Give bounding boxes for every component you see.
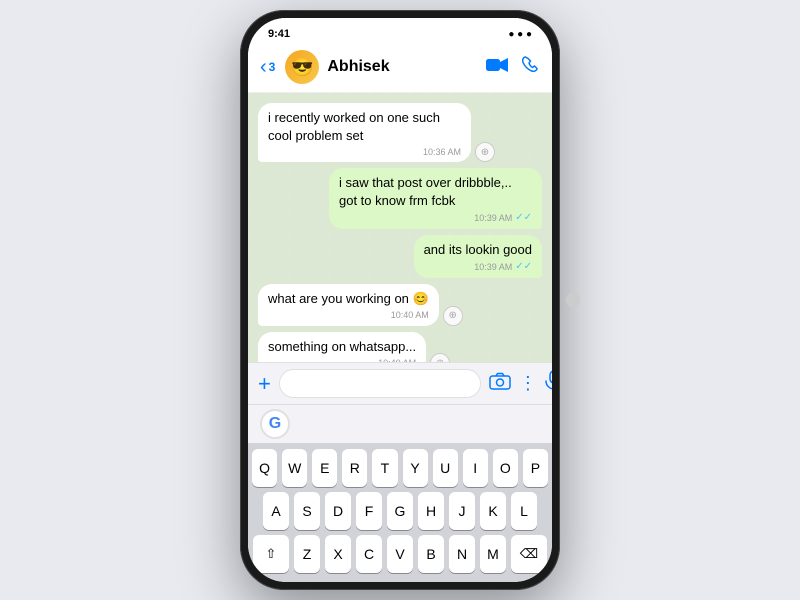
- plus-button[interactable]: +: [258, 373, 271, 395]
- keyboard-row-1: Q W E R T Y U I O P: [252, 449, 548, 487]
- bubble-4-time: 10:40 AM: [391, 309, 429, 321]
- bubble-5-time: 10:40 AM: [378, 357, 416, 362]
- key-y[interactable]: Y: [403, 449, 428, 487]
- key-r[interactable]: R: [342, 449, 367, 487]
- key-v[interactable]: V: [387, 535, 413, 573]
- camera-icon[interactable]: [489, 372, 511, 395]
- key-m[interactable]: M: [480, 535, 506, 573]
- key-k[interactable]: K: [480, 492, 506, 530]
- key-j[interactable]: J: [449, 492, 475, 530]
- key-u[interactable]: U: [433, 449, 458, 487]
- key-backspace[interactable]: ⌫: [511, 535, 547, 573]
- react-btn-1[interactable]: ⊕: [475, 142, 495, 162]
- chat-header: ‹ 3 😎 Abhisek: [248, 44, 552, 93]
- bubble-3-time: 10:39 AM: [474, 261, 512, 273]
- key-w[interactable]: W: [282, 449, 307, 487]
- key-p[interactable]: P: [523, 449, 548, 487]
- react-btn-4[interactable]: ⊕: [443, 306, 463, 326]
- chat-area: i recently worked on one such cool probl…: [248, 93, 552, 362]
- keyboard: Q W E R T Y U I O P A S D F G H J K L: [248, 443, 552, 582]
- key-l[interactable]: L: [511, 492, 537, 530]
- bubble-2: i saw that post over dribbble,.. got to …: [329, 168, 542, 229]
- video-call-icon[interactable]: [486, 57, 508, 78]
- contact-name[interactable]: Abhisek: [327, 58, 486, 76]
- key-s[interactable]: S: [294, 492, 320, 530]
- message-row-4: what are you working on 😊 10:40 AM ⊕: [258, 284, 542, 326]
- bubble-5-text: something on whatsapp...: [268, 338, 416, 356]
- key-a[interactable]: A: [263, 492, 289, 530]
- key-o[interactable]: O: [493, 449, 518, 487]
- key-f[interactable]: F: [356, 492, 382, 530]
- key-h[interactable]: H: [418, 492, 444, 530]
- key-i[interactable]: I: [463, 449, 488, 487]
- phone-screen: 9:41 ● ● ● ‹ 3 😎 Abhisek: [248, 18, 552, 582]
- bubble-3: and its lookin good 10:39 AM ✓✓: [414, 235, 542, 278]
- input-bar: + ⋮: [248, 362, 552, 404]
- key-shift[interactable]: ⇧: [253, 535, 289, 573]
- message-row-1: i recently worked on one such cool probl…: [258, 103, 542, 162]
- back-badge: 3: [269, 60, 276, 74]
- mic-icon[interactable]: [545, 370, 552, 398]
- bubble-4: what are you working on 😊 10:40 AM: [258, 284, 439, 326]
- bubble-1-text: i recently worked on one such cool probl…: [268, 109, 461, 144]
- phone-call-icon[interactable]: [522, 56, 540, 79]
- bubble-1-time: 10:36 AM: [423, 146, 461, 158]
- google-g-icon[interactable]: G: [260, 409, 290, 439]
- status-bar: 9:41 ● ● ●: [248, 18, 552, 44]
- dots-icon[interactable]: ⋮: [519, 373, 537, 394]
- key-c[interactable]: C: [356, 535, 382, 573]
- status-time: 9:41: [268, 28, 290, 40]
- bubble-4-text: what are you working on 😊: [268, 290, 429, 308]
- scroll-indicator: [566, 293, 580, 307]
- status-battery: ● ● ●: [508, 29, 532, 40]
- keyboard-row-2: A S D F G H J K L: [252, 492, 548, 530]
- key-g[interactable]: G: [387, 492, 413, 530]
- avatar-emoji: 😎: [291, 57, 313, 78]
- react-btn-5[interactable]: ⊕: [430, 353, 450, 362]
- key-t[interactable]: T: [372, 449, 397, 487]
- header-icons: [486, 56, 540, 79]
- bubble-3-ticks: ✓✓: [515, 260, 532, 274]
- key-d[interactable]: D: [325, 492, 351, 530]
- bubble-1: i recently worked on one such cool probl…: [258, 103, 471, 162]
- back-button[interactable]: ‹ 3: [260, 56, 275, 79]
- message-input[interactable]: [279, 369, 481, 398]
- bubble-5: something on whatsapp... 10:40 AM: [258, 332, 426, 362]
- key-q[interactable]: Q: [252, 449, 277, 487]
- key-x[interactable]: X: [325, 535, 351, 573]
- bubble-2-text: i saw that post over dribbble,.. got to …: [339, 174, 532, 209]
- message-row-5: something on whatsapp... 10:40 AM ⊕: [258, 332, 542, 362]
- keyboard-row-3: ⇧ Z X C V B N M ⌫: [252, 535, 548, 573]
- message-row-3: and its lookin good 10:39 AM ✓✓: [258, 235, 542, 278]
- google-bar: G: [248, 404, 552, 443]
- back-chevron: ‹: [260, 56, 267, 79]
- bubble-2-time: 10:39 AM: [474, 212, 512, 224]
- avatar: 😎: [285, 50, 319, 84]
- bubble-2-ticks: ✓✓: [515, 211, 532, 225]
- key-z[interactable]: Z: [294, 535, 320, 573]
- bubble-3-text: and its lookin good: [424, 241, 532, 259]
- key-e[interactable]: E: [312, 449, 337, 487]
- message-row-2: i saw that post over dribbble,.. got to …: [258, 168, 542, 229]
- key-b[interactable]: B: [418, 535, 444, 573]
- key-n[interactable]: N: [449, 535, 475, 573]
- phone-frame: 9:41 ● ● ● ‹ 3 😎 Abhisek: [240, 10, 560, 590]
